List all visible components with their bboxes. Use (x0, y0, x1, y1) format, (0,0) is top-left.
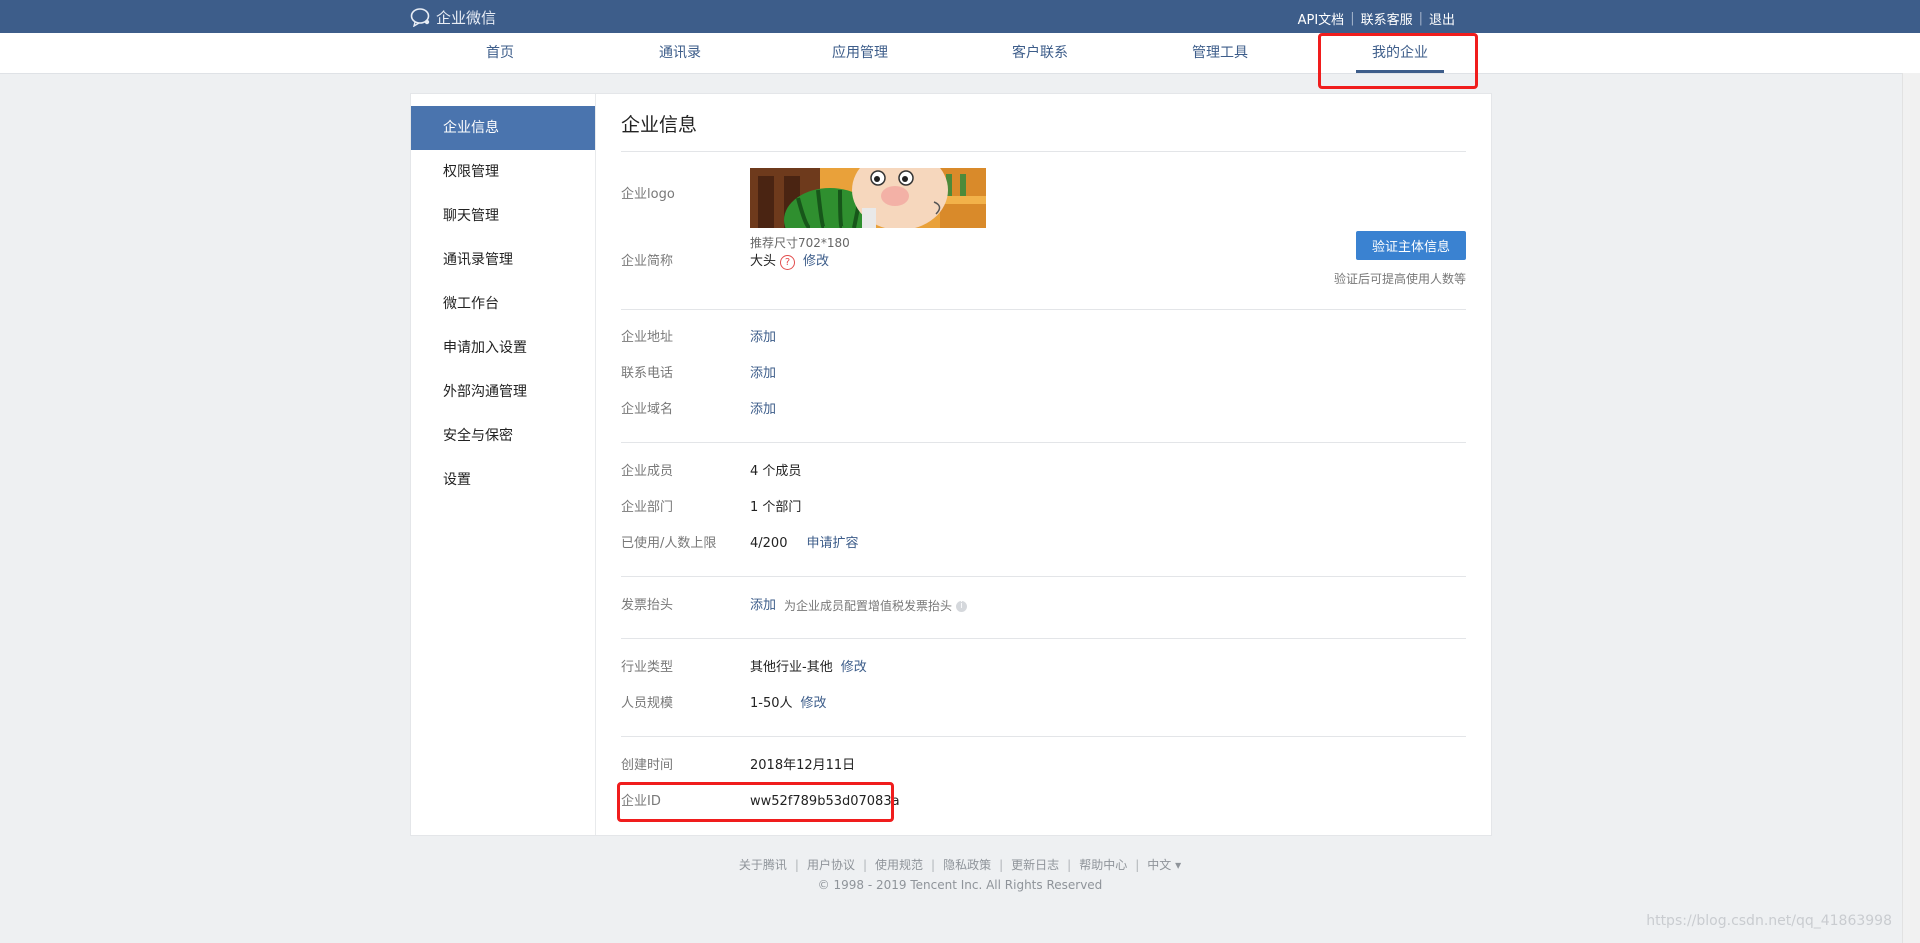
divider: | (794, 858, 799, 872)
nav-contacts[interactable]: 通讯录 (659, 33, 701, 73)
short-name-label: 企业简称 (621, 254, 674, 269)
created-value: 2018年12月11日 (750, 758, 856, 773)
logo-label: 企业logo (621, 187, 675, 202)
industry-label: 行业类型 (621, 660, 674, 675)
divider: | (1418, 11, 1423, 26)
help-question-icon[interactable]: ? (780, 254, 796, 270)
nav-app-management[interactable]: 应用管理 (832, 33, 888, 73)
main-nav: 首页 通讯录 应用管理 客户联系 管理工具 我的企业 (0, 33, 1920, 74)
verify-entity-button[interactable]: 验证主体信息 (1356, 231, 1466, 260)
sidebar-item-chat-management[interactable]: 聊天管理 (411, 194, 595, 238)
footer-link-changelog[interactable]: 更新日志 (1011, 858, 1059, 872)
sidebar: 企业信息 权限管理 聊天管理 通讯录管理 微工作台 申请加入设置 外部沟通管理 … (411, 94, 596, 835)
cartoon-logo-illustration (750, 168, 986, 228)
footer-links: 关于腾讯 | 用户协议 | 使用规范 | 隐私政策 | 更新日志 | 帮助中心 | 中文 ▾ (0, 856, 1920, 873)
divider: | (1067, 858, 1072, 872)
highlight-box-corp-id (617, 782, 894, 822)
divider (621, 638, 1466, 639)
invoice-note: 为企业成员配置增值税发票抬头 (784, 599, 953, 613)
highlight-box-nav (1318, 33, 1478, 89)
verify-note: 验证后可提高使用人数等 (1333, 272, 1466, 286)
api-docs-link[interactable]: API文档 (1298, 9, 1345, 28)
divider: | (999, 858, 1004, 872)
address-label: 企业地址 (621, 330, 674, 345)
footer-link-usage-rules[interactable]: 使用规范 (875, 858, 923, 872)
departments-label: 企业部门 (621, 500, 674, 515)
footer-link-help-center[interactable]: 帮助中心 (1079, 858, 1127, 872)
domain-label: 企业域名 (621, 402, 674, 417)
limit-value: 4/200 (750, 536, 788, 551)
nav-management-tools[interactable]: 管理工具 (1192, 33, 1248, 73)
sidebar-item-enterprise-info[interactable]: 企业信息 (411, 106, 595, 150)
sidebar-item-external-communication[interactable]: 外部沟通管理 (411, 370, 595, 414)
sidebar-item-join-settings[interactable]: 申请加入设置 (411, 326, 595, 370)
logout-link[interactable]: 退出 (1429, 9, 1455, 28)
page-scrollbar[interactable] (1902, 73, 1920, 943)
top-bar: 企业微信 API文档 | 联系客服 | 退出 (0, 0, 1920, 33)
divider (621, 736, 1466, 737)
footer-copyright: © 1998 - 2019 Tencent Inc. All Rights Re… (817, 878, 1103, 892)
add-address-link[interactable]: 添加 (750, 328, 776, 348)
enterprise-logo-image[interactable] (750, 168, 986, 228)
footer-link-about[interactable]: 关于腾讯 (739, 858, 787, 872)
sidebar-item-workbench[interactable]: 微工作台 (411, 282, 595, 326)
departments-value: 1 个部门 (750, 500, 802, 515)
info-icon[interactable]: i (956, 600, 968, 612)
members-value: 4 个成员 (750, 464, 802, 479)
edit-industry-link[interactable]: 修改 (841, 658, 867, 678)
industry-value: 其他行业-其他 (750, 660, 833, 675)
footer-link-privacy[interactable]: 隐私政策 (943, 858, 991, 872)
invoice-label: 发票抬头 (621, 598, 674, 613)
divider: | (862, 858, 868, 872)
watermark: https://blog.csdn.net/qq_41863998 (1646, 913, 1892, 929)
sidebar-item-security[interactable]: 安全与保密 (411, 414, 595, 458)
brand-name: 企业微信 (436, 8, 497, 27)
divider (621, 309, 1466, 310)
created-label: 创建时间 (621, 758, 674, 773)
scale-value: 1-50人 (750, 696, 793, 711)
divider (621, 442, 1466, 443)
contact-support-link[interactable]: 联系客服 (1361, 9, 1413, 28)
sidebar-item-settings[interactable]: 设置 (411, 458, 595, 502)
divider: | (1350, 11, 1355, 26)
wecom-logo-icon (410, 8, 430, 27)
add-domain-link[interactable]: 添加 (750, 400, 776, 420)
scale-label: 人员规模 (621, 696, 674, 711)
enterprise-info-panel: 企业信息 企业logo 推荐尺寸702*180 验证主体信息 验证后可提高使用人… (621, 94, 1466, 835)
sidebar-item-permissions[interactable]: 权限管理 (411, 150, 595, 194)
divider (621, 151, 1466, 152)
add-phone-link[interactable]: 添加 (750, 364, 776, 384)
divider (621, 576, 1466, 577)
top-links: API文档 | 联系客服 | 退出 (1298, 9, 1455, 28)
divider: | (1135, 858, 1140, 872)
limit-label: 已使用/人数上限 (621, 536, 717, 551)
divider: | (931, 858, 936, 872)
logo-size-hint: 推荐尺寸702*180 (750, 236, 850, 250)
edit-scale-link[interactable]: 修改 (801, 694, 827, 714)
page-title: 企业信息 (621, 114, 698, 136)
brand-logo[interactable]: 企业微信 (410, 7, 496, 27)
footer-link-user-agreement[interactable]: 用户协议 (807, 858, 855, 872)
language-selector[interactable]: 中文 ▾ (1147, 858, 1181, 872)
content-card: 企业信息 权限管理 聊天管理 通讯录管理 微工作台 申请加入设置 外部沟通管理 … (410, 93, 1492, 836)
nav-home[interactable]: 首页 (486, 33, 514, 73)
nav-customer-contact[interactable]: 客户联系 (1012, 33, 1068, 73)
add-invoice-link[interactable]: 添加 (750, 596, 776, 616)
sidebar-item-contacts-management[interactable]: 通讯录管理 (411, 238, 595, 282)
edit-short-name-link[interactable]: 修改 (803, 252, 829, 272)
members-label: 企业成员 (621, 464, 674, 479)
short-name-value: 大头 (750, 254, 777, 269)
phone-label: 联系电话 (621, 366, 674, 381)
apply-expansion-link[interactable]: 申请扩容 (806, 534, 858, 554)
